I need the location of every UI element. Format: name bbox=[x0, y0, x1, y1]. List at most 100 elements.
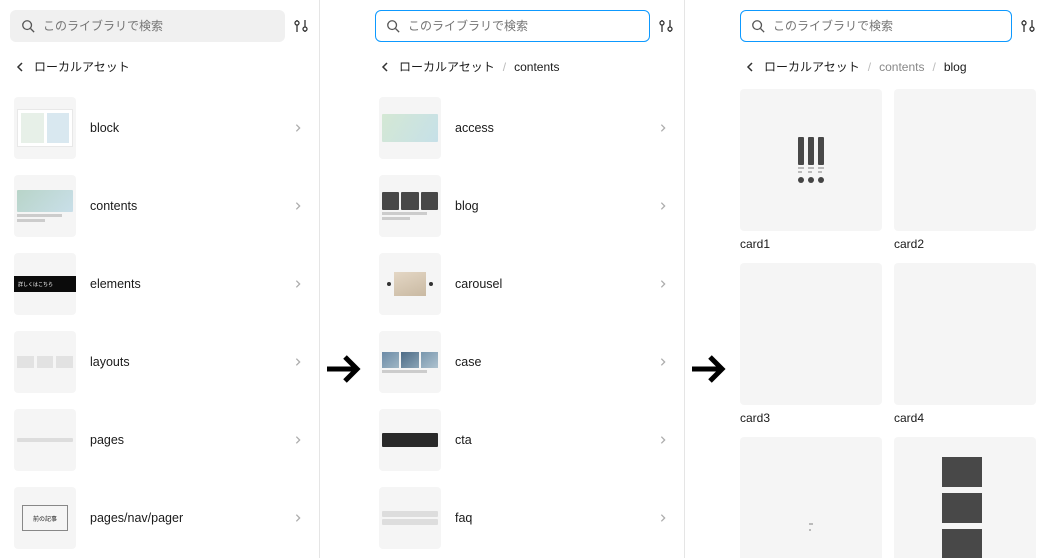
thumbnail bbox=[379, 409, 441, 471]
list-item[interactable]: pages bbox=[10, 401, 307, 479]
grid-card[interactable]: card3 bbox=[740, 263, 882, 425]
list-item-label: block bbox=[90, 121, 279, 135]
arrow-right-icon bbox=[688, 349, 728, 389]
assets-panel-0: ローカルアセット block contents 詳しくはこちら elements lay… bbox=[0, 0, 320, 558]
chevron-right-icon bbox=[658, 279, 668, 289]
breadcrumb-item[interactable]: ローカルアセット bbox=[764, 58, 860, 75]
thumbnail: 前の記事 bbox=[14, 487, 76, 549]
list-item-label: cta bbox=[455, 433, 644, 447]
list-item-label: contents bbox=[90, 199, 279, 213]
list-item[interactable]: 前の記事 pages/nav/pager bbox=[10, 479, 307, 557]
back-chevron-icon[interactable] bbox=[14, 61, 26, 73]
list-item[interactable]: case bbox=[375, 323, 672, 401]
chevron-right-icon bbox=[658, 435, 668, 445]
thumbnail bbox=[740, 89, 882, 231]
filter-icon[interactable] bbox=[1020, 18, 1036, 34]
grid-card-label: card1 bbox=[740, 237, 882, 251]
asset-list: access blog carousel case cta faq bbox=[375, 89, 674, 558]
list-item-label: carousel bbox=[455, 277, 644, 291]
list-item-label: access bbox=[455, 121, 644, 135]
assets-panel-2: ローカルアセット / contents / blog card1card2car… bbox=[730, 0, 1046, 558]
list-item-label: layouts bbox=[90, 355, 279, 369]
chevron-right-icon bbox=[658, 201, 668, 211]
chevron-right-icon bbox=[658, 357, 668, 367]
asset-list: block contents 詳しくはこちら elements layouts pages… bbox=[10, 89, 309, 558]
list-item[interactable]: cta bbox=[375, 401, 672, 479]
list-item[interactable]: contents bbox=[10, 167, 307, 245]
list-item[interactable]: faq bbox=[375, 479, 672, 557]
filter-icon[interactable] bbox=[658, 18, 674, 34]
list-item-label: pages bbox=[90, 433, 279, 447]
list-item[interactable]: 詳しくはこちら elements bbox=[10, 245, 307, 323]
search-input[interactable] bbox=[773, 19, 1001, 33]
chevron-right-icon bbox=[293, 513, 303, 523]
search-input[interactable] bbox=[43, 19, 274, 33]
thumbnail bbox=[14, 409, 76, 471]
asset-grid: card1 card2 card3 card4 card5list1 bbox=[740, 89, 1036, 558]
list-item-label: elements bbox=[90, 277, 279, 291]
list-item-label: blog bbox=[455, 199, 644, 213]
search-input[interactable] bbox=[408, 19, 639, 33]
filter-icon[interactable] bbox=[293, 18, 309, 34]
search-box[interactable] bbox=[740, 10, 1012, 42]
chevron-right-icon bbox=[293, 123, 303, 133]
thumbnail bbox=[894, 89, 1036, 231]
chevron-right-icon bbox=[658, 513, 668, 523]
thumbnail bbox=[379, 253, 441, 315]
breadcrumb-separator: / bbox=[868, 60, 871, 74]
list-item[interactable]: access bbox=[375, 89, 672, 167]
list-item-label: case bbox=[455, 355, 644, 369]
list-item[interactable]: carousel bbox=[375, 245, 672, 323]
grid-card-label: card3 bbox=[740, 411, 882, 425]
grid-card[interactable]: card2 bbox=[894, 89, 1036, 251]
search-icon bbox=[751, 19, 765, 33]
thumbnail: 詳しくはこちら bbox=[14, 253, 76, 315]
breadcrumb: ローカルアセット / contents / blog bbox=[740, 54, 1036, 89]
breadcrumb: ローカルアセット / contents bbox=[375, 54, 674, 89]
thumbnail bbox=[14, 97, 76, 159]
breadcrumb-separator: / bbox=[932, 60, 935, 74]
search-row bbox=[375, 10, 674, 42]
thumbnail bbox=[14, 175, 76, 237]
thumbnail bbox=[894, 437, 1036, 558]
search-row bbox=[10, 10, 309, 42]
arrow-separator bbox=[320, 180, 365, 558]
chevron-right-icon bbox=[293, 435, 303, 445]
grid-card[interactable]: card4 bbox=[894, 263, 1036, 425]
list-item-label: pages/nav/pager bbox=[90, 511, 279, 525]
search-icon bbox=[21, 19, 35, 33]
list-item[interactable]: layouts bbox=[10, 323, 307, 401]
thumbnail bbox=[14, 331, 76, 393]
breadcrumb-separator: / bbox=[503, 60, 506, 74]
search-row bbox=[740, 10, 1036, 42]
grid-card[interactable]: list1 bbox=[894, 437, 1036, 558]
back-chevron-icon[interactable] bbox=[744, 61, 756, 73]
chevron-right-icon bbox=[658, 123, 668, 133]
thumbnail bbox=[379, 487, 441, 549]
chevron-right-icon bbox=[293, 279, 303, 289]
breadcrumb-item[interactable]: contents bbox=[514, 60, 559, 74]
assets-panel-1: ローカルアセット / contents access blog carousel ca… bbox=[365, 0, 685, 558]
search-icon bbox=[386, 19, 400, 33]
thumbnail bbox=[740, 263, 882, 405]
grid-card-label: card2 bbox=[894, 237, 1036, 251]
list-item[interactable]: block bbox=[10, 89, 307, 167]
grid-card[interactable]: card1 bbox=[740, 89, 882, 251]
thumbnail bbox=[740, 437, 882, 558]
search-box[interactable] bbox=[10, 10, 285, 42]
thumbnail bbox=[379, 97, 441, 159]
breadcrumb-item[interactable]: contents bbox=[879, 60, 924, 74]
list-item[interactable]: blog bbox=[375, 167, 672, 245]
grid-card-label: card4 bbox=[894, 411, 1036, 425]
breadcrumb-item[interactable]: ローカルアセット bbox=[399, 58, 495, 75]
search-box[interactable] bbox=[375, 10, 650, 42]
breadcrumb-item[interactable]: ローカルアセット bbox=[34, 58, 130, 75]
grid-card[interactable]: card5 bbox=[740, 437, 882, 558]
thumbnail bbox=[894, 263, 1036, 405]
thumbnail bbox=[379, 175, 441, 237]
arrow-separator bbox=[685, 180, 730, 558]
breadcrumb-item[interactable]: blog bbox=[944, 60, 967, 74]
back-chevron-icon[interactable] bbox=[379, 61, 391, 73]
list-item-label: faq bbox=[455, 511, 644, 525]
breadcrumb: ローカルアセット bbox=[10, 54, 309, 89]
